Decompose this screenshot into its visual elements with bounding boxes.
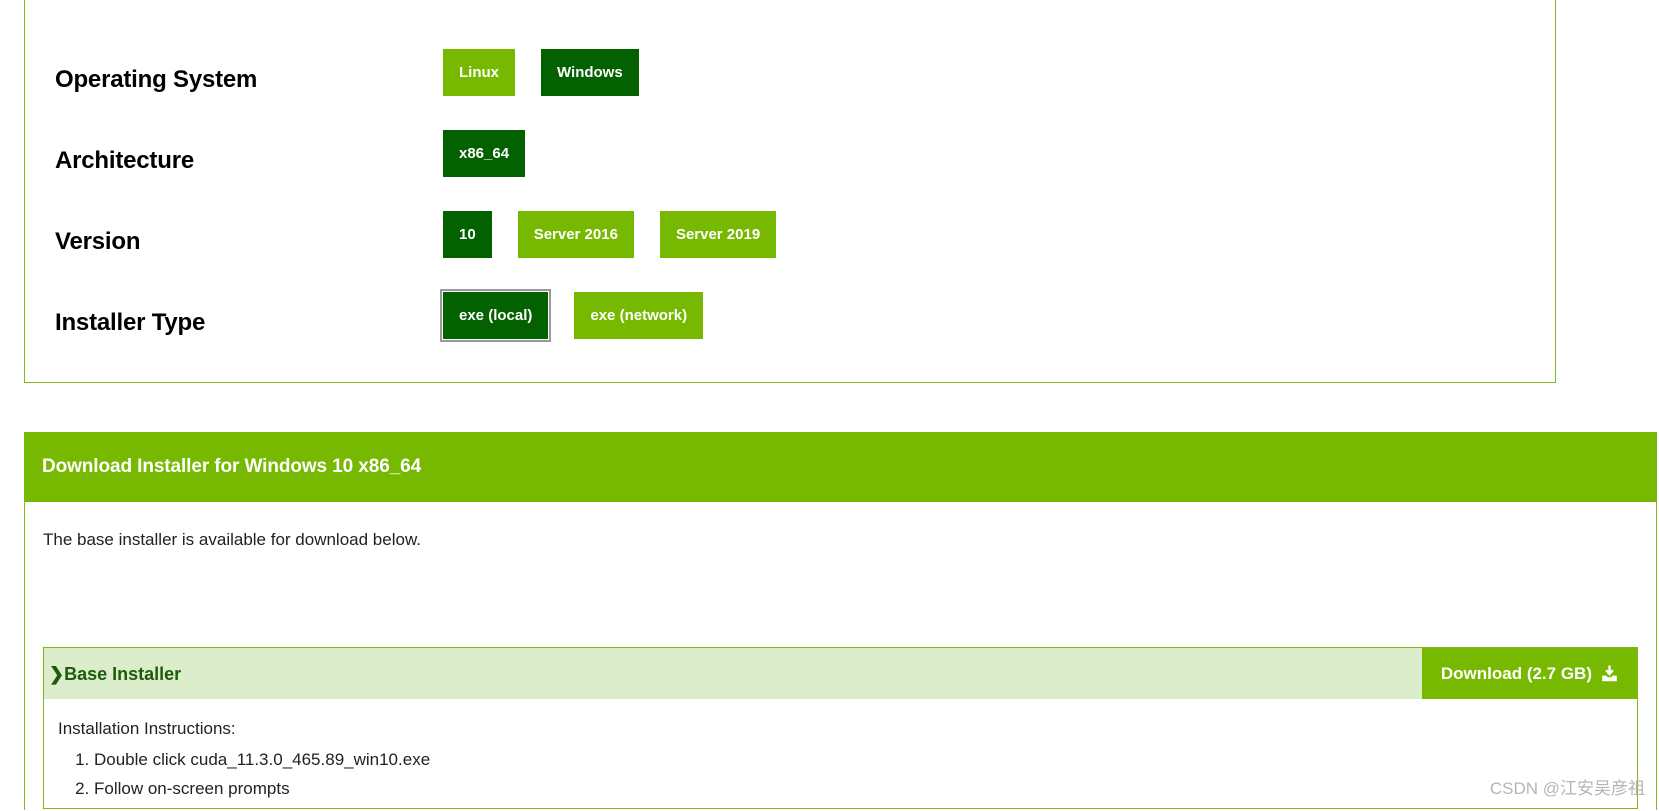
selector-label-installer-type: Installer Type <box>55 309 206 336</box>
download-button[interactable]: Download (2.7 GB) <box>1421 648 1637 699</box>
instructions-title: Installation Instructions: <box>58 719 236 738</box>
option-exe-network[interactable]: exe (network) <box>574 292 704 339</box>
selector-row-version: Version 10 Server 2016 Server 2019 <box>25 202 1555 282</box>
base-installer-box: ❯ Base Installer Download (2.7 GB) Insta… <box>43 647 1638 809</box>
download-intro-text: The base installer is available for down… <box>43 530 422 549</box>
option-server-2016[interactable]: Server 2016 <box>517 211 634 258</box>
download-button-label: Download (2.7 GB) <box>1440 663 1592 683</box>
cuda-selector-panel: Operating System Linux Windows Architect… <box>24 0 1556 383</box>
instructions-list: Double click cuda_11.3.0_465.89_win10.ex… <box>58 749 1637 800</box>
option-server-2019[interactable]: Server 2019 <box>659 211 777 258</box>
selector-options-version: 10 Server 2016 Server 2019 <box>443 211 777 258</box>
option-exe-local[interactable]: exe (local) <box>439 289 552 342</box>
download-icon <box>1601 665 1618 682</box>
option-linux[interactable]: Linux <box>443 49 515 96</box>
installation-instructions: Installation Instructions: Double click … <box>44 699 1637 800</box>
selector-label-version: Version <box>55 228 141 255</box>
selector-label-architecture: Architecture <box>55 147 194 174</box>
option-x86-64[interactable]: x86_64 <box>443 130 526 177</box>
base-installer-header[interactable]: ❯ Base Installer Download (2.7 GB) <box>44 648 1637 699</box>
selector-label-operating-system: Operating System <box>55 66 258 93</box>
instruction-item: Follow on-screen prompts <box>94 778 1637 799</box>
download-section: Download Installer for Windows 10 x86_64… <box>24 432 1657 810</box>
selector-row-installer-type: Installer Type exe (local) exe (network) <box>25 283 1555 363</box>
selector-options-operating-system: Linux Windows <box>443 49 639 96</box>
selector-options-installer-type: exe (local) exe (network) <box>439 289 704 342</box>
base-installer-title: Base Installer <box>64 663 182 684</box>
instruction-item: Double click cuda_11.3.0_465.89_win10.ex… <box>94 749 1637 770</box>
download-section-header: Download Installer for Windows 10 x86_64 <box>24 432 1657 502</box>
option-windows[interactable]: Windows <box>541 49 639 96</box>
download-section-body: The base installer is available for down… <box>24 502 1657 810</box>
chevron-right-icon: ❯ <box>49 663 65 684</box>
selector-row-architecture: Architecture x86_64 <box>25 121 1555 201</box>
selector-row-operating-system: Operating System Linux Windows <box>25 40 1555 120</box>
selector-options-architecture: x86_64 <box>443 130 526 177</box>
option-version-10[interactable]: 10 <box>443 211 492 258</box>
csdn-watermark: CSDN @江安吴彦祖 <box>1489 779 1645 798</box>
